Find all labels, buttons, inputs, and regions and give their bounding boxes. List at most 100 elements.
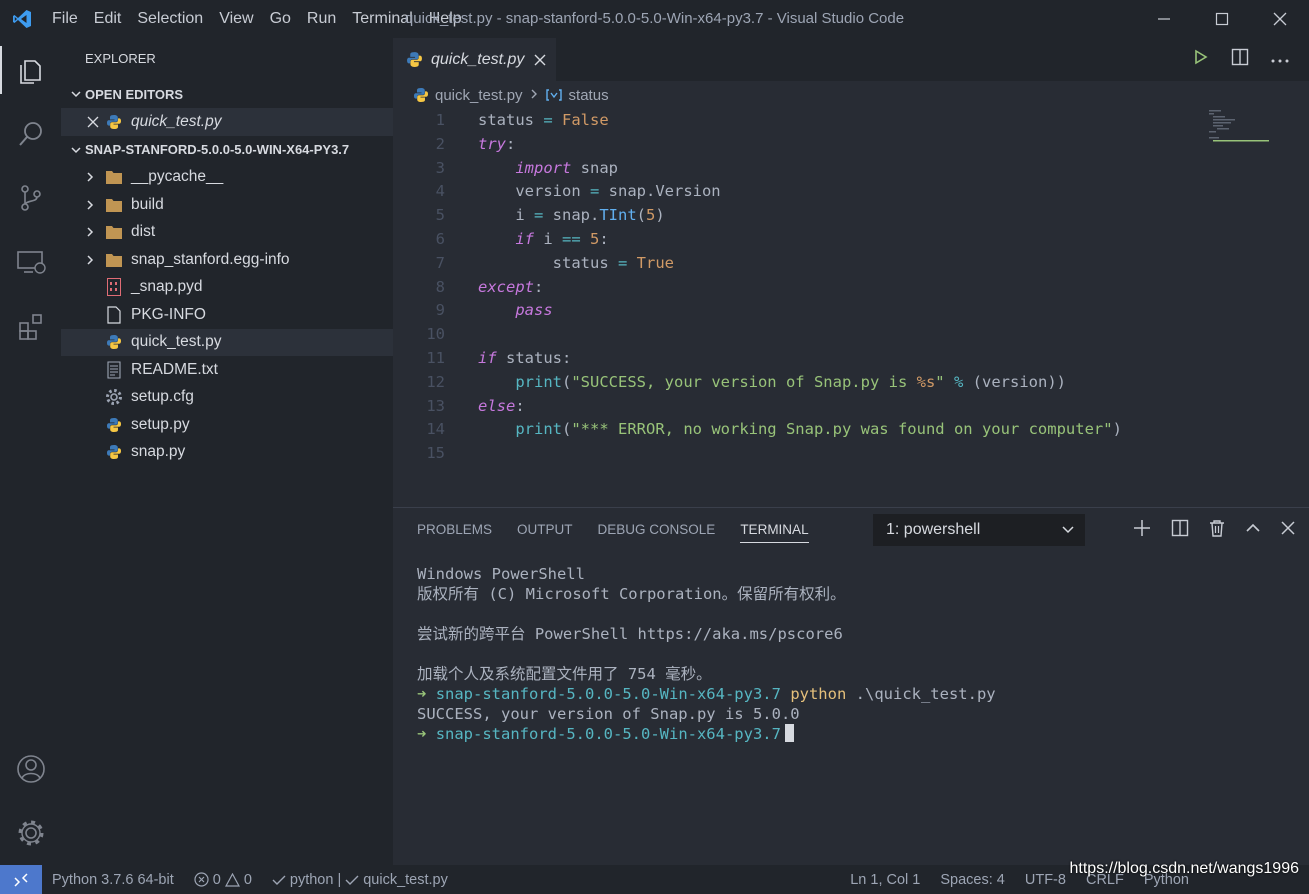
python-icon: [105, 113, 123, 131]
code-token: print: [515, 372, 562, 391]
close-window-button[interactable]: [1251, 0, 1309, 38]
menu-view[interactable]: View: [211, 0, 261, 38]
python-icon: [413, 87, 429, 103]
close-panel-icon[interactable]: [1281, 520, 1295, 540]
indentation[interactable]: Spaces: 4: [930, 872, 1015, 888]
tree-item[interactable]: build: [61, 191, 393, 219]
accounts-icon[interactable]: [0, 737, 61, 801]
source-control-icon[interactable]: [0, 166, 61, 230]
menu-help[interactable]: Help: [421, 0, 470, 38]
run-icon[interactable]: [1193, 49, 1209, 70]
chevron-right-icon: [83, 171, 97, 183]
chevron-right-icon: [83, 199, 97, 211]
panel-tabs: PROBLEMS OUTPUT DEBUG CONSOLE TERMINAL 1…: [393, 508, 1309, 552]
tree-item-label: PKG-INFO: [131, 305, 206, 323]
tree-item[interactable]: setup.py: [61, 411, 393, 439]
tab-terminal[interactable]: TERMINAL: [740, 508, 809, 552]
tree-item-label: quick_test.py: [131, 333, 222, 351]
remote-explorer-icon[interactable]: [0, 230, 61, 294]
task-python[interactable]: python | quick_test.py: [262, 872, 458, 888]
cursor-position[interactable]: Ln 1, Col 1: [840, 872, 930, 888]
breadcrumb-file[interactable]: quick_test.py: [435, 87, 523, 104]
watermark: https://blog.csdn.net/wangs1996: [1069, 860, 1300, 877]
minimize-button[interactable]: [1135, 0, 1193, 38]
menu-terminal[interactable]: Terminal: [344, 0, 420, 38]
line-number: 5: [435, 206, 445, 225]
code-token: "*** ERROR, no working Snap.py was found…: [571, 420, 1113, 439]
open-editor-item[interactable]: quick_test.py: [61, 108, 393, 136]
line-number: 12: [426, 372, 445, 391]
tree-item[interactable]: snap.py: [61, 439, 393, 467]
folder-header[interactable]: SNAP-STANFORD-5.0.0-5.0-WIN-X64-PY3.7: [61, 136, 393, 164]
code-editor[interactable]: 1 status = False 2 try:3 import snap 4 versi…: [393, 109, 1309, 466]
more-actions-icon[interactable]: [1271, 51, 1289, 69]
menu-edit[interactable]: Edit: [86, 0, 130, 38]
tree-item[interactable]: _snap.pyd: [61, 274, 393, 302]
terminal-line: 版权所有 (C) Microsoft Corporation。保留所有权利。: [417, 585, 846, 603]
terminal-line: Windows PowerShell: [417, 565, 585, 583]
tree-item[interactable]: quick_test.py: [61, 328, 393, 356]
terminal-line: SUCCESS, your version of Snap.py is 5.0.…: [417, 705, 800, 723]
explorer-icon[interactable]: [0, 38, 61, 102]
tab-debug-console[interactable]: DEBUG CONSOLE: [598, 508, 716, 552]
new-terminal-icon[interactable]: [1133, 519, 1151, 542]
terminal-select[interactable]: 1: powershell: [873, 514, 1085, 546]
trash-icon[interactable]: [1209, 519, 1225, 542]
prompt-dir: snap-stanford-5.0.0-5.0-Win-x64-py3.7: [435, 685, 781, 703]
code-token: ": [935, 372, 945, 391]
bottom-panel: PROBLEMS OUTPUT DEBUG CONSOLE TERMINAL 1…: [393, 507, 1309, 866]
tab-problems[interactable]: PROBLEMS: [417, 508, 492, 552]
tree-item[interactable]: snap_stanford.egg-info: [61, 246, 393, 274]
code-token: import: [515, 158, 572, 177]
text-file-icon: [105, 361, 123, 379]
tab-output[interactable]: OUTPUT: [517, 508, 573, 552]
encoding[interactable]: UTF-8: [1015, 872, 1076, 888]
code-line: 11 if status:: [393, 347, 1309, 371]
code-token: (: [562, 372, 572, 391]
tree-item[interactable]: setup.cfg: [61, 384, 393, 412]
code-line: 10: [393, 323, 1309, 347]
folder-icon: [105, 251, 123, 269]
menu-run[interactable]: Run: [299, 0, 344, 38]
file-icon: [105, 306, 123, 324]
menu-selection[interactable]: Selection: [129, 0, 211, 38]
code-token: status:: [496, 348, 572, 367]
problems-count[interactable]: 0 0: [184, 872, 262, 888]
tree-item[interactable]: README.txt: [61, 356, 393, 384]
maximize-button[interactable]: [1193, 0, 1251, 38]
open-editors-label: OPEN EDITORS: [85, 86, 184, 102]
remote-icon[interactable]: [0, 865, 42, 894]
search-icon[interactable]: [0, 102, 61, 166]
terminal-output[interactable]: Windows PowerShell 版权所有 (C) Microsoft Co…: [393, 552, 1309, 744]
tree-item[interactable]: PKG-INFO: [61, 301, 393, 329]
code-token: ==: [562, 229, 581, 248]
chevron-down-icon: [67, 144, 85, 156]
split-terminal-icon[interactable]: [1171, 519, 1189, 542]
editor-tabs: quick_test.py: [393, 38, 1309, 81]
terminal-cursor: [784, 724, 794, 742]
code-token: =: [589, 182, 600, 201]
extensions-icon[interactable]: [0, 294, 61, 358]
open-editors-header[interactable]: OPEN EDITORS: [61, 80, 393, 108]
split-editor-icon[interactable]: [1231, 48, 1249, 71]
python-interpreter[interactable]: Python 3.7.6 64-bit: [42, 872, 184, 888]
code-line: 6 if i == 5:: [393, 228, 1309, 252]
code-token: ): [1112, 420, 1122, 439]
tab-quick-test[interactable]: quick_test.py: [393, 38, 557, 81]
tree-item[interactable]: dist: [61, 219, 393, 247]
maximize-panel-icon[interactable]: [1245, 520, 1261, 541]
editor-actions: [1193, 38, 1289, 81]
code-token: 5: [590, 229, 600, 248]
tree-item[interactable]: __pycache__: [61, 164, 393, 192]
menu-go[interactable]: Go: [262, 0, 299, 38]
close-icon[interactable]: [87, 116, 101, 128]
code-token: =: [617, 253, 628, 272]
close-tab-icon[interactable]: [534, 54, 546, 66]
breadcrumb-symbol[interactable]: status: [569, 87, 609, 104]
menu-file[interactable]: File: [44, 0, 86, 38]
python-icon: [105, 443, 123, 461]
manage-gear-icon[interactable]: [0, 801, 61, 865]
